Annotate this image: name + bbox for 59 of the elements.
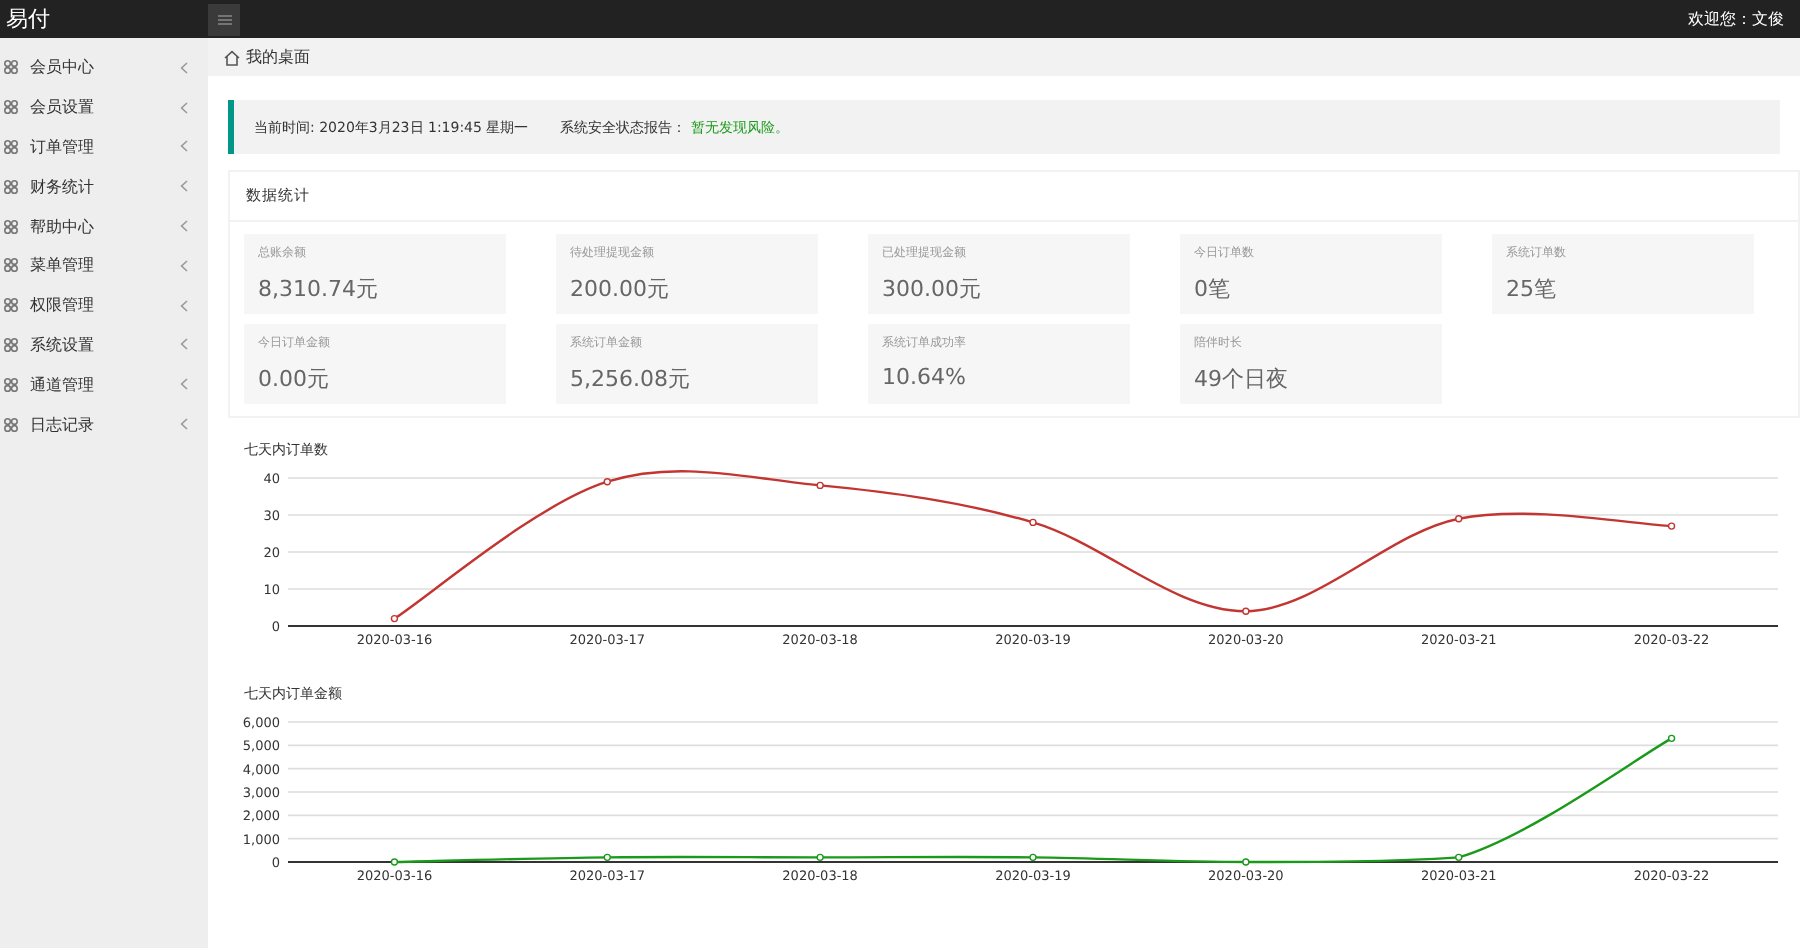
sidebar-item[interactable]: 帮助中心 [0, 206, 208, 246]
home-icon [224, 49, 240, 65]
grid-icon [4, 219, 18, 234]
data-point [390, 858, 399, 866]
chevron-icon [180, 418, 188, 431]
grid-icon [4, 377, 18, 392]
breadcrumb-link[interactable]: 我的桌面 [246, 46, 310, 68]
data-point [1455, 853, 1463, 862]
sidebar-item[interactable]: 日志记录 [0, 404, 208, 444]
data-point [603, 478, 611, 486]
data-point [816, 853, 824, 862]
chevron-icon [180, 101, 188, 114]
chevron-icon [180, 220, 188, 233]
stat-value: 300.00元 [882, 274, 983, 304]
sidebar-item[interactable]: 财务统计 [0, 166, 208, 207]
sidebar-item[interactable]: 会员设置 [0, 87, 208, 128]
grid-icon [4, 298, 18, 313]
chevron-icon [180, 259, 188, 272]
app-logo: 易付 [4, 4, 52, 34]
stat-value: 25笔 [1506, 274, 1558, 304]
sidebar-item[interactable]: 菜单管理 [0, 245, 208, 286]
stat-value: 5,256.08元 [570, 364, 692, 394]
grid-icon [4, 60, 18, 75]
stat-value: 200.00元 [570, 274, 671, 304]
stat-value: 8,310.74元 [258, 274, 380, 304]
chevron-icon [180, 140, 188, 153]
chevron-icon [180, 180, 188, 193]
data-point [816, 481, 824, 490]
sidebar-item[interactable]: 权限管理 [0, 285, 208, 326]
sidebar-item[interactable]: 会员中心 [0, 48, 208, 88]
grid-icon [4, 258, 18, 273]
chevron-icon [180, 338, 188, 351]
grid-icon [4, 417, 18, 432]
data-point [603, 853, 611, 862]
grid-icon [4, 179, 18, 194]
chevron-icon [180, 61, 188, 74]
data-point [1242, 858, 1250, 866]
grid-icon [4, 337, 18, 352]
menu-icon [217, 13, 231, 25]
welcome-text: 欢迎您：文俊 [1688, 8, 1786, 30]
grid-icon [4, 100, 18, 115]
stat-value: 49个日夜 [1194, 364, 1290, 394]
menu-button[interactable] [208, 3, 240, 35]
data-point [1242, 607, 1250, 615]
sidebar-item[interactable]: 系统设置 [0, 325, 208, 365]
chevron-icon [180, 378, 188, 391]
data-point [1667, 734, 1676, 743]
stat-value: 10.64% [882, 364, 968, 390]
sidebar-item[interactable]: 通道管理 [0, 364, 208, 405]
data-point [1029, 853, 1037, 862]
grid-icon [4, 139, 18, 154]
data-point [1029, 518, 1037, 527]
data-point [1667, 522, 1676, 530]
stat-value: 0笔 [1194, 274, 1232, 304]
chevron-icon [180, 299, 188, 312]
sidebar-item[interactable]: 订单管理 [0, 127, 208, 167]
stat-value: 0.00元 [258, 364, 331, 394]
data-point [1455, 515, 1463, 523]
data-point [390, 614, 399, 623]
